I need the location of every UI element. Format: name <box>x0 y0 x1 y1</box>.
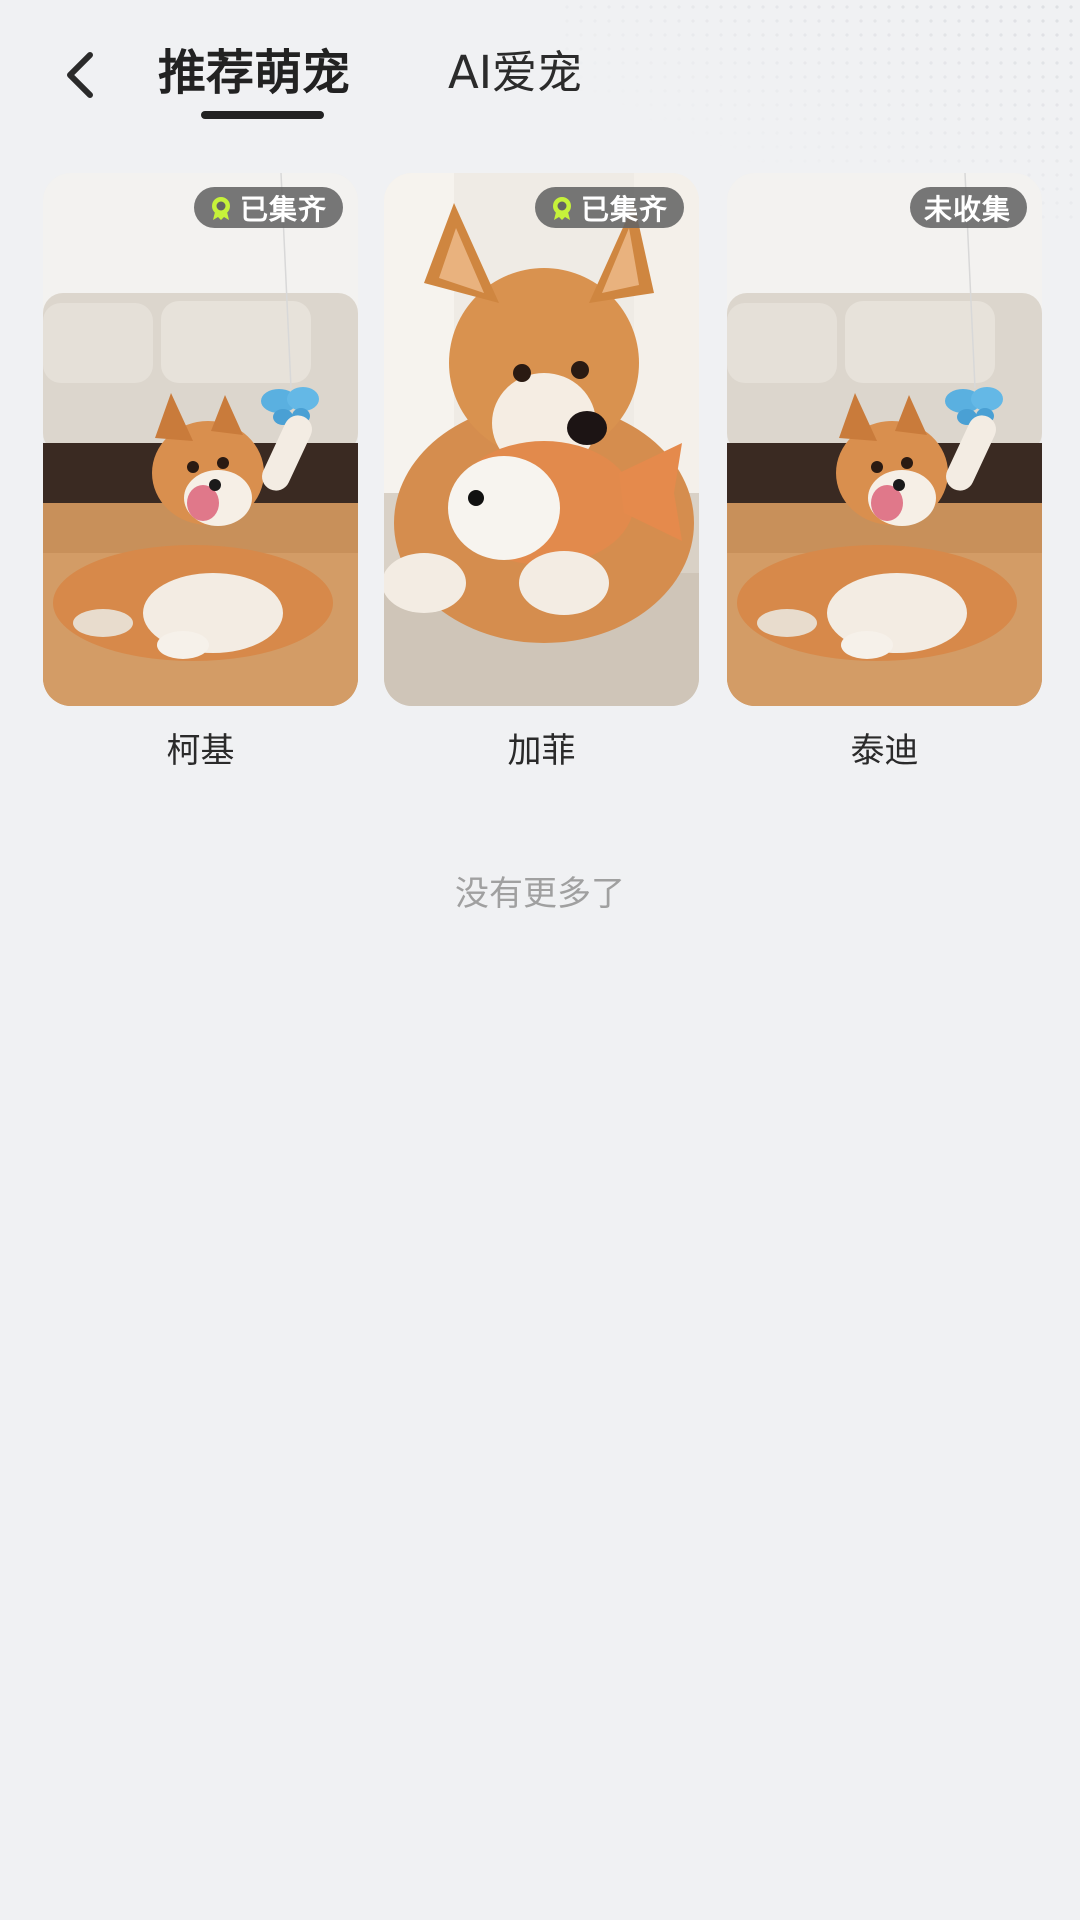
status-label: 已集齐 <box>239 192 327 226</box>
status-label: 已集齐 <box>580 192 668 226</box>
status-label: 未收集 <box>923 192 1011 226</box>
corgi-butterfly-illustration <box>727 173 1042 706</box>
pet-card-garfield[interactable]: 已集齐 加菲 <box>384 173 699 774</box>
tab-ai-pets[interactable]: AI爱宠 <box>448 38 582 108</box>
collection-status-badge: 已集齐 <box>193 187 343 228</box>
pet-card-corgi[interactable]: 已集齐 柯基 <box>43 173 358 774</box>
pet-name: 柯基 <box>166 731 235 771</box>
pet-image[interactable]: 已集齐 <box>384 173 699 706</box>
pet-name: 加菲 <box>507 731 576 771</box>
no-more-content-label: 没有更多了 <box>455 874 625 914</box>
pet-image[interactable]: 未收集 <box>727 173 1042 706</box>
tab-recommended-pets[interactable]: 推荐萌宠 <box>158 38 350 108</box>
collection-status-badge: 已集齐 <box>534 187 684 228</box>
pet-name: 泰迪 <box>850 731 919 771</box>
pet-card-teddy[interactable]: 未收集 泰迪 <box>727 173 1042 774</box>
corgi-butterfly-illustration <box>43 173 358 706</box>
back-button[interactable] <box>50 40 110 110</box>
collection-status-badge: 未收集 <box>909 187 1027 228</box>
top-nav-bar: 推荐萌宠 AI爱宠 <box>0 0 1080 150</box>
pet-image[interactable]: 已集齐 <box>43 173 358 706</box>
corgi-fish-plush-illustration <box>384 173 699 706</box>
medal-icon <box>211 196 230 220</box>
medal-icon <box>552 196 571 220</box>
back-arrow-icon <box>67 52 93 98</box>
active-tab-indicator <box>201 111 324 119</box>
